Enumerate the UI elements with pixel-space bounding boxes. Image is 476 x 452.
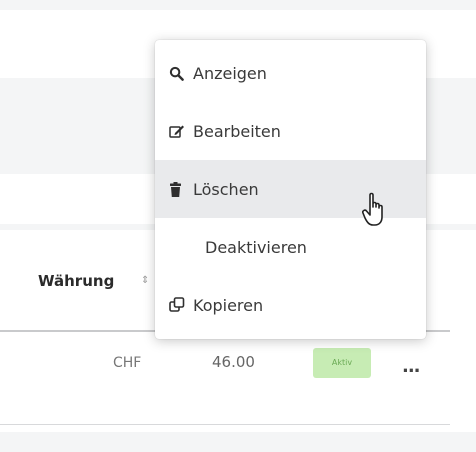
row-actions-button[interactable]: ... (402, 358, 420, 376)
menu-item-label: Kopieren (193, 295, 264, 315)
menu-item-anzeigen[interactable]: Anzeigen (155, 44, 426, 102)
menu-item-label: Anzeigen (193, 63, 267, 83)
menu-item-label: Löschen (193, 179, 259, 199)
cell-amount: 46.00 (212, 353, 255, 371)
sort-icon[interactable]: ⇕ (141, 275, 149, 286)
row-divider (0, 424, 450, 425)
search-icon (169, 66, 191, 81)
menu-item-label: Bearbeiten (193, 121, 281, 141)
hand-cursor-icon (362, 192, 383, 226)
trash-icon (169, 181, 191, 197)
column-header-waehrung[interactable]: Währung (38, 272, 114, 290)
edit-icon (169, 124, 191, 139)
bottom-band (0, 432, 476, 452)
menu-item-bearbeiten[interactable]: Bearbeiten (155, 102, 426, 160)
copy-icon (169, 297, 191, 313)
cell-currency: CHF (113, 355, 142, 371)
context-menu: Anzeigen Bearbeiten Löschen Deaktivieren… (155, 40, 426, 339)
top-band (0, 0, 476, 10)
menu-item-label: Deaktivieren (205, 237, 307, 257)
menu-item-kopieren[interactable]: Kopieren (155, 276, 426, 334)
status-badge: Aktiv (313, 348, 371, 378)
